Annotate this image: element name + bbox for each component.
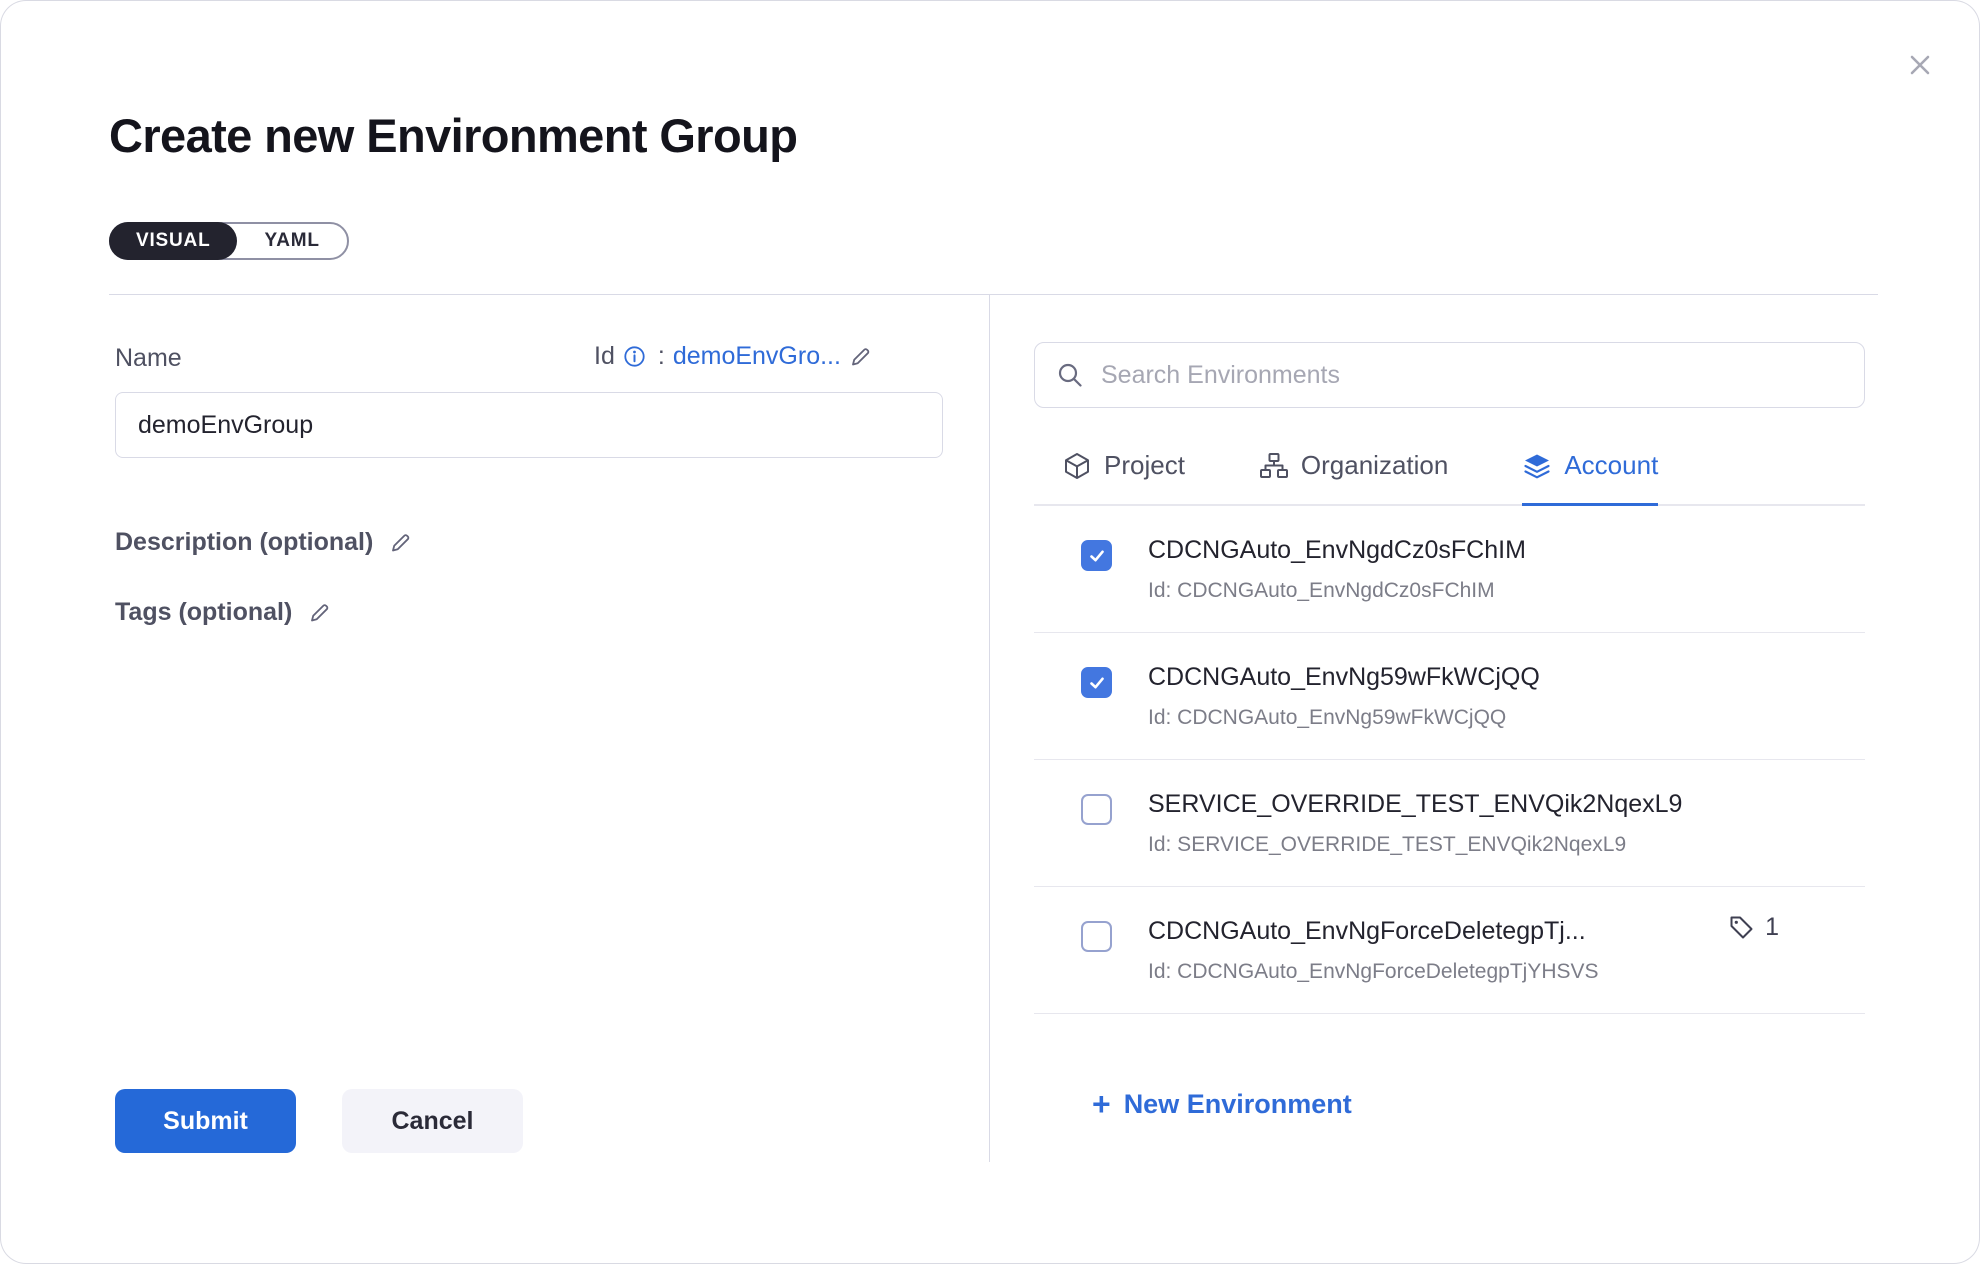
form-actions: Submit Cancel (115, 1089, 523, 1153)
environment-row[interactable]: CDCNGAuto_EnvNg59wFkWCjQQ Id: CDCNGAuto_… (1034, 633, 1865, 760)
scope-tabs: Project Organization Account (1034, 450, 1865, 506)
layers-icon (1522, 451, 1552, 481)
cancel-button[interactable]: Cancel (342, 1089, 523, 1153)
environment-texts: CDCNGAuto_EnvNgdCz0sFChIM Id: CDCNGAuto_… (1148, 536, 1526, 603)
search-icon (1055, 360, 1085, 390)
environment-row[interactable]: CDCNGAuto_EnvNgdCz0sFChIM Id: CDCNGAuto_… (1034, 506, 1865, 633)
environment-checkbox[interactable] (1081, 794, 1112, 825)
environment-id: Id: CDCNGAuto_EnvNgForceDeletegpTjYHSVS (1148, 960, 1599, 984)
toggle-yaml[interactable]: YAML (237, 224, 346, 258)
environment-name: CDCNGAuto_EnvNgForceDeletegpTj... (1148, 917, 1599, 946)
environment-checkbox[interactable] (1081, 540, 1112, 571)
name-input[interactable] (115, 392, 943, 458)
environment-row[interactable]: SERVICE_OVERRIDE_TEST_ENVQik2NqexL9 Id: … (1034, 760, 1865, 887)
environment-id: Id: CDCNGAuto_EnvNgdCz0sFChIM (1148, 579, 1526, 603)
environment-id: Id: SERVICE_OVERRIDE_TEST_ENVQik2NqexL9 (1148, 833, 1682, 857)
environment-checkbox[interactable] (1081, 921, 1112, 952)
tags-label: Tags (optional) (115, 598, 292, 627)
tag-badge: 1 (1728, 913, 1779, 942)
id-value-link[interactable]: demoEnvGro... (673, 342, 841, 371)
search-box (1034, 342, 1865, 408)
plus-icon: + (1092, 1088, 1111, 1120)
toggle-visual[interactable]: VISUAL (109, 222, 237, 260)
environments-panel: Project Organization Account (1034, 342, 1865, 1120)
environment-id: Id: CDCNGAuto_EnvNg59wFkWCjQQ (1148, 706, 1540, 730)
edit-id-pencil-icon[interactable] (849, 345, 872, 368)
edit-description-pencil-icon[interactable] (389, 531, 412, 554)
close-icon[interactable] (1898, 44, 1942, 88)
name-label: Name (115, 344, 182, 373)
visual-yaml-toggle: VISUAL YAML (109, 222, 349, 260)
tab-account[interactable]: Account (1522, 450, 1658, 506)
new-environment-button[interactable]: + New Environment (1092, 1088, 1352, 1120)
search-environments-input[interactable] (1101, 361, 1844, 390)
edit-tags-pencil-icon[interactable] (308, 601, 331, 624)
environment-texts: CDCNGAuto_EnvNgForceDeletegpTj... Id: CD… (1148, 917, 1599, 984)
submit-button[interactable]: Submit (115, 1089, 296, 1153)
tab-organization-label: Organization (1301, 450, 1448, 481)
tag-icon (1728, 914, 1755, 941)
environment-name: CDCNGAuto_EnvNg59wFkWCjQQ (1148, 663, 1540, 692)
environment-list: CDCNGAuto_EnvNgdCz0sFChIM Id: CDCNGAuto_… (1034, 506, 1865, 1032)
id-colon: : (658, 342, 665, 371)
tag-count: 1 (1765, 913, 1779, 942)
org-hierarchy-icon (1259, 451, 1289, 481)
vertical-divider (989, 295, 990, 1162)
entity-id-row: Id : demoEnvGro... (594, 342, 872, 371)
tab-account-label: Account (1564, 450, 1658, 481)
info-icon[interactable] (623, 345, 646, 368)
id-label: Id (594, 342, 615, 371)
tags-row: Tags (optional) (115, 598, 331, 627)
tab-organization[interactable]: Organization (1259, 450, 1448, 506)
tab-project-label: Project (1104, 450, 1185, 481)
description-label: Description (optional) (115, 528, 373, 557)
page-title: Create new Environment Group (109, 108, 797, 163)
environment-texts: CDCNGAuto_EnvNg59wFkWCjQQ Id: CDCNGAuto_… (1148, 663, 1540, 730)
cube-icon (1062, 451, 1092, 481)
horizontal-divider (109, 294, 1878, 295)
environment-texts: SERVICE_OVERRIDE_TEST_ENVQik2NqexL9 Id: … (1148, 790, 1682, 857)
environment-checkbox[interactable] (1081, 667, 1112, 698)
environment-row[interactable]: CDCNGAuto_EnvNgForceDeletegpTj... Id: CD… (1034, 887, 1865, 1014)
new-environment-label: New Environment (1124, 1089, 1352, 1120)
create-environment-group-modal: Create new Environment Group VISUAL YAML… (0, 0, 1980, 1264)
environment-name: SERVICE_OVERRIDE_TEST_ENVQik2NqexL9 (1148, 790, 1682, 819)
description-row: Description (optional) (115, 528, 412, 557)
tab-project[interactable]: Project (1062, 450, 1185, 506)
environment-name: CDCNGAuto_EnvNgdCz0sFChIM (1148, 536, 1526, 565)
